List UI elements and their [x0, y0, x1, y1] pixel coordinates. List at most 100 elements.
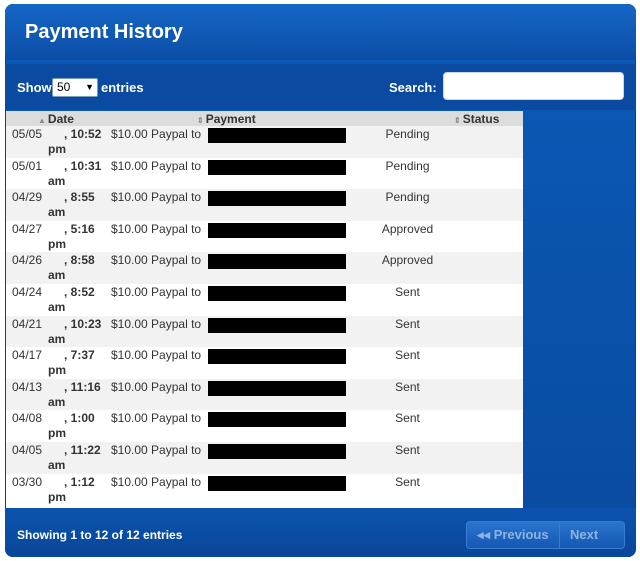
table-row: 04/13 , 11:16 am $10.00 Paypal to Sent — [6, 378, 523, 411]
status-cell: Sent — [347, 315, 523, 348]
time-value: , 8:55 — [64, 190, 95, 205]
date-cell: 03/30 , 1:12 pm — [6, 473, 107, 506]
status-cell: Approved — [347, 252, 523, 284]
date-value: 03/30 — [12, 474, 43, 489]
payment-amount: $10.00 Paypal to — [111, 411, 202, 426]
column-header-date[interactable]: ▲ Date — [6, 111, 107, 126]
payments-table-container: ▲ Date ⇕ Payment ⇕ Status 05/05, 10:52 pm $10… — [6, 111, 523, 508]
payment-cell: $10.00 Paypal to — [107, 126, 347, 158]
double-chevron-right-icon: ▸▸ — [570, 553, 583, 557]
redacted-recipient — [208, 412, 346, 428]
date-value: 04/29 — [12, 190, 43, 205]
time-value: , 1:00 — [64, 411, 95, 426]
title-bar: Payment History — [5, 4, 636, 60]
column-header-payment[interactable]: ⇕ Payment — [107, 111, 347, 126]
entries-length-select[interactable]: 50 ▼ — [52, 78, 98, 97]
ampm-value: am — [48, 205, 66, 220]
ampm-value: pm — [48, 363, 66, 378]
redacted-recipient — [208, 254, 346, 270]
payment-amount: $10.00 Paypal to — [111, 221, 202, 236]
show-label: Show — [17, 80, 52, 95]
status-value: Sent — [395, 442, 420, 457]
time-value: , 5:16 — [64, 221, 95, 236]
time-value: , 11:22 — [64, 442, 101, 457]
table-row: 04/24 , 8:52 am $10.00 Paypal to Sent — [6, 283, 523, 316]
table-controls: Show 50 ▼ entries Search: — [5, 64, 636, 110]
table-row: 04/29 , 8:55 am $10.00 Paypal to Pending — [6, 189, 523, 221]
status-cell: Pending — [347, 189, 523, 221]
date-value: 05/01 — [12, 158, 43, 173]
entries-length-value: 50 — [57, 80, 71, 94]
payments-table: ▲ Date ⇕ Payment ⇕ Status 05/05, 10:52 pm $10… — [6, 111, 523, 506]
payment-amount: $10.00 Paypal to — [111, 474, 202, 489]
table-header-row: ▲ Date ⇕ Payment ⇕ Status — [6, 111, 523, 126]
status-cell: Sent — [347, 378, 523, 411]
status-value: Sent — [395, 474, 420, 489]
redacted-recipient — [208, 128, 346, 143]
table-footer: Showing 1 to 12 of 12 entries ◂◂ Previou… — [5, 508, 636, 557]
time-value: , 11:16 — [64, 379, 101, 394]
status-value: Pending — [385, 158, 430, 173]
status-value: Sent — [395, 348, 420, 363]
payment-amount: $10.00 Paypal to — [111, 127, 202, 141]
payment-cell: $10.00 Paypal to — [107, 220, 347, 253]
column-header-status[interactable]: ⇕ Status — [347, 111, 523, 126]
redacted-recipient — [208, 222, 346, 238]
payment-cell: $10.00 Paypal to — [107, 157, 347, 190]
ampm-value: am — [48, 299, 66, 314]
page-title: Payment History — [25, 21, 183, 43]
redacted-recipient — [208, 285, 346, 301]
chevron-down-icon: ▼ — [85, 82, 94, 92]
date-cell: 04/08 , 1:00 pm — [6, 410, 107, 442]
payment-amount: $10.00 Paypal to — [111, 158, 202, 173]
time-value: , 10:23 — [64, 316, 102, 331]
time-value: , 1:12 — [64, 474, 95, 489]
pagination: ◂◂ Previous Next ▸▸ — [466, 521, 625, 557]
status-cell: Sent — [347, 410, 523, 442]
date-value: 04/05 — [12, 442, 43, 457]
payment-amount: $10.00 Paypal to — [111, 190, 202, 205]
payment-cell: $10.00 Paypal to — [107, 283, 347, 316]
status-cell: Sent — [347, 283, 523, 316]
payment-amount: $10.00 Paypal to — [111, 379, 202, 394]
redacted-recipient — [208, 191, 346, 207]
date-value: 04/17 — [12, 348, 43, 363]
table-row: 04/26 , 8:58 am $10.00 Paypal to Approved — [6, 252, 523, 284]
table-row: 04/27 , 5:16 pm $10.00 Paypal to Approved — [6, 220, 523, 253]
sort-asc-icon: ▲ — [38, 115, 46, 125]
time-value: , 8:52 — [64, 284, 95, 299]
date-value: 04/24 — [12, 284, 43, 299]
payment-history-panel: Payment History Show 50 ▼ entries Search… — [5, 4, 636, 557]
status-cell: Sent — [347, 473, 523, 506]
time-value: , 10:52 — [64, 127, 102, 141]
date-cell: 05/05 , 10:52 pm — [6, 126, 107, 158]
table-row: 04/17 , 7:37 pm $10.00 Paypal to Sent — [6, 347, 523, 379]
date-value: 04/21 — [12, 316, 43, 331]
status-cell: Approved — [347, 220, 523, 253]
status-value: Pending — [385, 190, 430, 205]
date-value: 04/27 — [12, 221, 43, 236]
search-input[interactable] — [443, 72, 624, 100]
ampm-value: am — [48, 331, 66, 346]
previous-page-button[interactable]: ◂◂ Previous — [466, 521, 560, 549]
sort-both-icon: ⇕ — [454, 115, 461, 125]
date-value: 04/13 — [12, 379, 43, 394]
payment-amount: $10.00 Paypal to — [111, 442, 202, 457]
status-cell: Sent — [347, 347, 523, 379]
ampm-value: am — [48, 268, 66, 283]
status-value: Approved — [381, 253, 434, 268]
status-value: Sent — [395, 284, 420, 299]
redacted-recipient — [208, 443, 346, 459]
redacted-recipient — [208, 380, 346, 396]
payment-cell: $10.00 Paypal to — [107, 441, 347, 474]
table-row: 05/01 , 10:31 am $10.00 Paypal to Pending — [6, 157, 523, 190]
payment-cell: $10.00 Paypal to — [107, 252, 347, 284]
redacted-recipient — [208, 475, 346, 491]
status-value: Approved — [381, 221, 434, 236]
time-value: , 8:58 — [64, 253, 95, 268]
payment-cell: $10.00 Paypal to — [107, 315, 347, 348]
next-page-button[interactable]: Next ▸▸ — [560, 521, 625, 557]
ampm-value: am — [48, 173, 66, 188]
ampm-value: am — [48, 394, 66, 409]
table-row: 04/08 , 1:00 pm $10.00 Paypal to Sent — [6, 410, 523, 442]
